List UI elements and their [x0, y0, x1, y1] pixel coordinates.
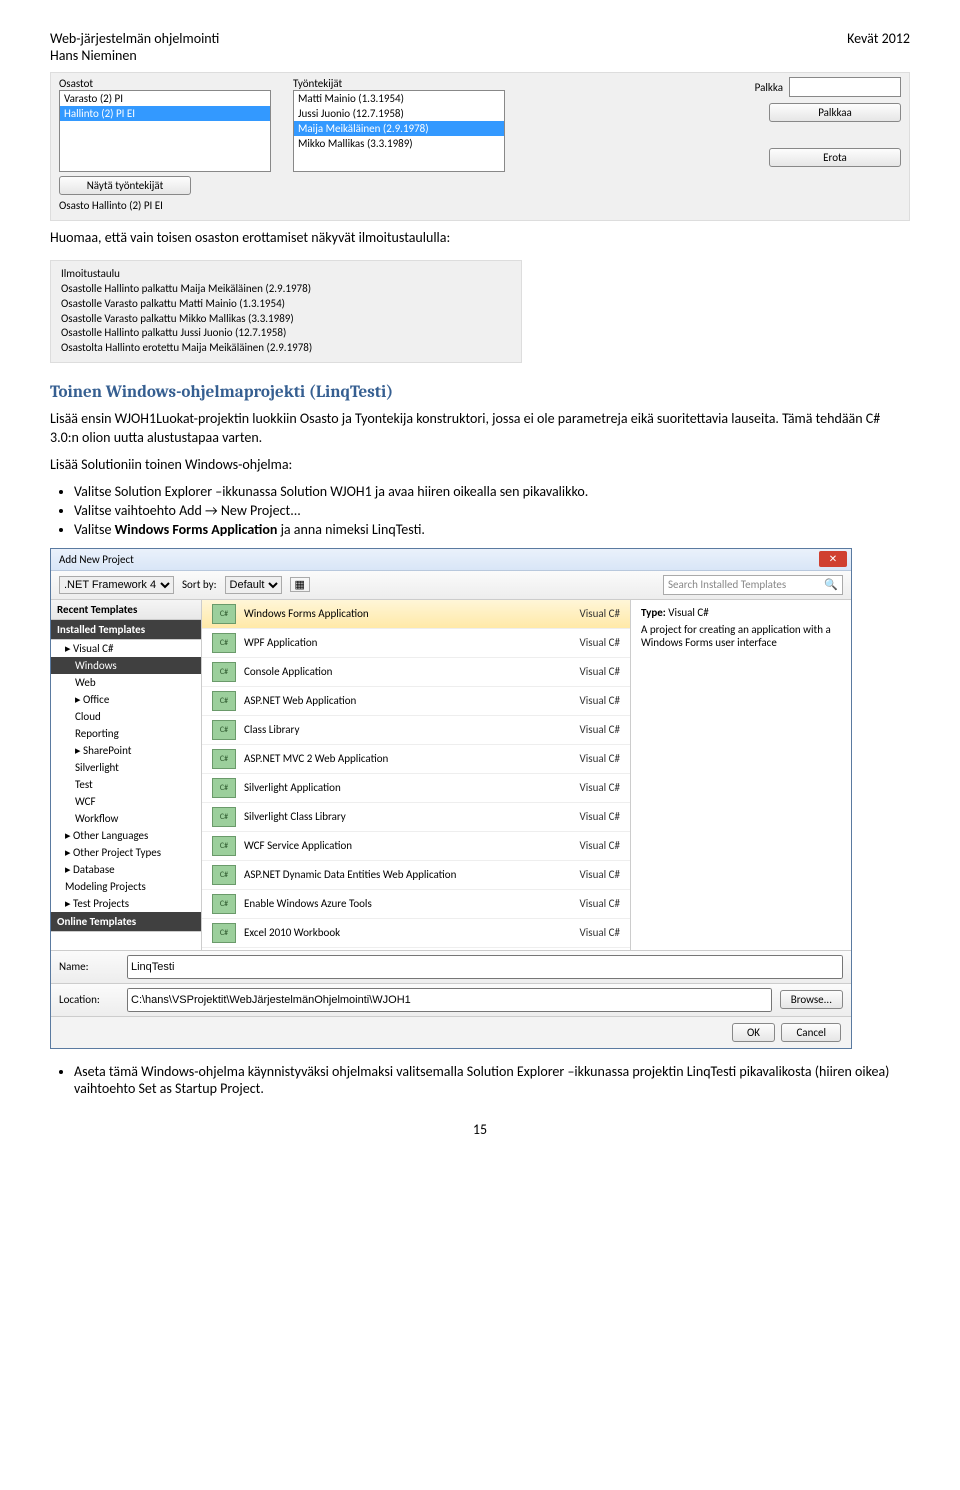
nav-item[interactable]: WCF — [51, 793, 201, 810]
list-item: Osastolta Hallinto erotettu Maija Meikäl… — [61, 341, 511, 356]
nav-item[interactable]: ▸ Database — [51, 861, 201, 878]
list-item[interactable]: Maija Meikäläinen (2.9.1978) — [294, 121, 504, 136]
template-row[interactable]: C#Console ApplicationVisual C# — [202, 658, 630, 687]
nayta-tyontekijat-button[interactable]: Näytä työntekijät — [59, 176, 191, 195]
bullet: Valitse vaihtoehto Add → New Project... — [74, 502, 910, 519]
list-item: Osastolle Hallinto palkattu Maija Meikäl… — [61, 282, 511, 297]
project-name-input[interactable] — [127, 955, 843, 979]
palkka-label: Palkka — [755, 81, 783, 94]
view-icon[interactable]: ▦ — [290, 577, 310, 592]
template-row[interactable]: C#Silverlight ApplicationVisual C# — [202, 774, 630, 803]
template-icon: C# — [212, 778, 236, 798]
nav-item[interactable]: ▸ Visual C# — [51, 640, 201, 657]
body-text: Huomaa, että vain toisen osaston erottam… — [50, 229, 910, 248]
template-row[interactable]: C#ASP.NET MVC 2 Web ApplicationVisual C# — [202, 745, 630, 774]
nav-item[interactable]: Reporting — [51, 725, 201, 742]
palkka-input[interactable] — [789, 77, 901, 97]
ilmoitustaulu-title: Ilmoitustaulu — [61, 267, 511, 280]
page-number: 15 — [50, 1121, 910, 1138]
list-item: Osastolle Varasto palkattu Matti Mainio … — [61, 297, 511, 312]
framework-select[interactable]: .NET Framework 4 — [59, 576, 174, 594]
erota-button[interactable]: Erota — [769, 148, 901, 167]
nav-item[interactable]: ▸ SharePoint — [51, 742, 201, 759]
name-label: Name: — [59, 960, 119, 973]
paragraph: Lisää ensin WJOH1Luokat-projektin luokki… — [50, 410, 910, 448]
project-location-input[interactable] — [127, 988, 772, 1012]
list-item: Osastolle Varasto palkattu Mikko Mallika… — [61, 312, 511, 327]
nav-item[interactable]: Workflow — [51, 810, 201, 827]
template-row[interactable]: C#Excel 2010 WorkbookVisual C# — [202, 919, 630, 948]
template-row[interactable]: C#WPF ApplicationVisual C# — [202, 629, 630, 658]
sortby-select[interactable]: Default — [225, 576, 282, 594]
template-icon: C# — [212, 807, 236, 827]
page-header: Web-järjestelmän ohjelmointi Hans Niemin… — [50, 30, 910, 64]
nav-item[interactable]: Windows — [51, 657, 201, 674]
template-row[interactable]: C#Class LibraryVisual C# — [202, 716, 630, 745]
nav-item[interactable]: Cloud — [51, 708, 201, 725]
template-icon: C# — [212, 923, 236, 943]
osastot-listbox[interactable]: Varasto (2) PI Hallinto (2) PI EI — [59, 90, 271, 172]
list-item: Osastolle Hallinto palkattu Jussi Juonio… — [61, 326, 511, 341]
ilmoitustaulu-panel: Ilmoitustaulu Osastolle Hallinto palkatt… — [50, 260, 522, 363]
add-new-project-dialog: Add New Project ✕ .NET Framework 4 Sort … — [50, 548, 852, 1049]
tyontekijat-label: Työntekijät — [293, 77, 513, 90]
list-item[interactable]: Mikko Mallikas (3.3.1989) — [294, 136, 504, 151]
template-icon: C# — [212, 691, 236, 711]
bullet: Aseta tämä Windows-ohjelma käynnistyväks… — [74, 1063, 910, 1097]
osasto-summary: Osasto Hallinto (2) PI EI — [59, 199, 279, 212]
nav-item[interactable]: Web — [51, 674, 201, 691]
form-panel: Osastot Varasto (2) PI Hallinto (2) PI E… — [50, 72, 910, 221]
template-icon: C# — [212, 633, 236, 653]
template-icon: C# — [212, 604, 236, 624]
header-left1: Web-järjestelmän ohjelmointi — [50, 30, 219, 47]
ok-button[interactable]: OK — [732, 1023, 775, 1042]
search-icon: 🔍 — [824, 578, 838, 591]
close-icon[interactable]: ✕ — [819, 551, 847, 567]
template-row[interactable]: C#Windows Forms ApplicationVisual C# — [202, 600, 630, 629]
nav-item[interactable]: Modeling Projects — [51, 878, 201, 895]
browse-button[interactable]: Browse... — [780, 990, 843, 1009]
header-left2: Hans Nieminen — [50, 47, 219, 64]
template-row[interactable]: C#ASP.NET Web ApplicationVisual C# — [202, 687, 630, 716]
nav-item[interactable]: ▸ Test Projects — [51, 895, 201, 912]
template-row[interactable]: C#Silverlight Class LibraryVisual C# — [202, 803, 630, 832]
nav-item[interactable]: ▸ Office — [51, 691, 201, 708]
template-icon: C# — [212, 720, 236, 740]
sortby-label: Sort by: — [182, 578, 217, 591]
template-row[interactable]: C#ASP.NET Dynamic Data Entities Web Appl… — [202, 861, 630, 890]
bullet: Valitse Windows Forms Application ja ann… — [74, 521, 910, 538]
paragraph: Lisää Solutioniin toinen Windows-ohjelma… — [50, 456, 910, 475]
nav-item[interactable]: ▸ Other Project Types — [51, 844, 201, 861]
template-icon: C# — [212, 836, 236, 856]
list-item[interactable]: Varasto (2) PI — [60, 91, 270, 106]
cancel-button[interactable]: Cancel — [781, 1023, 841, 1042]
list-item[interactable]: Hallinto (2) PI EI — [60, 106, 270, 121]
template-icon: C# — [212, 749, 236, 769]
info-pane: Type: Visual C# A project for creating a… — [631, 600, 851, 950]
template-icon: C# — [212, 865, 236, 885]
list-item[interactable]: Matti Mainio (1.3.1954) — [294, 91, 504, 106]
template-nav[interactable]: Recent Templates Installed Templates ▸ V… — [51, 600, 202, 950]
search-input[interactable]: Search Installed Templates 🔍 — [663, 575, 843, 595]
template-icon: C# — [212, 894, 236, 914]
section-heading: Toinen Windows-ohjelmaprojekti (LinqTest… — [50, 383, 910, 402]
nav-item[interactable]: ▸ Other Languages — [51, 827, 201, 844]
template-icon: C# — [212, 662, 236, 682]
palkkaa-button[interactable]: Palkkaa — [769, 103, 901, 122]
header-right: Kevät 2012 — [847, 30, 910, 64]
list-item[interactable]: Jussi Juonio (12.7.1958) — [294, 106, 504, 121]
tyontekijat-listbox[interactable]: Matti Mainio (1.3.1954) Jussi Juonio (12… — [293, 90, 505, 172]
osastot-label: Osastot — [59, 77, 279, 90]
template-list[interactable]: C#Windows Forms ApplicationVisual C# C#W… — [202, 600, 631, 950]
nav-item[interactable]: Silverlight — [51, 759, 201, 776]
dialog-title: Add New Project — [59, 553, 134, 566]
template-row[interactable]: C#WCF Service ApplicationVisual C# — [202, 832, 630, 861]
bullet: Valitse Solution Explorer –ikkunassa Sol… — [74, 483, 910, 500]
nav-item[interactable]: Test — [51, 776, 201, 793]
location-label: Location: — [59, 993, 119, 1006]
template-row[interactable]: C#Enable Windows Azure ToolsVisual C# — [202, 890, 630, 919]
